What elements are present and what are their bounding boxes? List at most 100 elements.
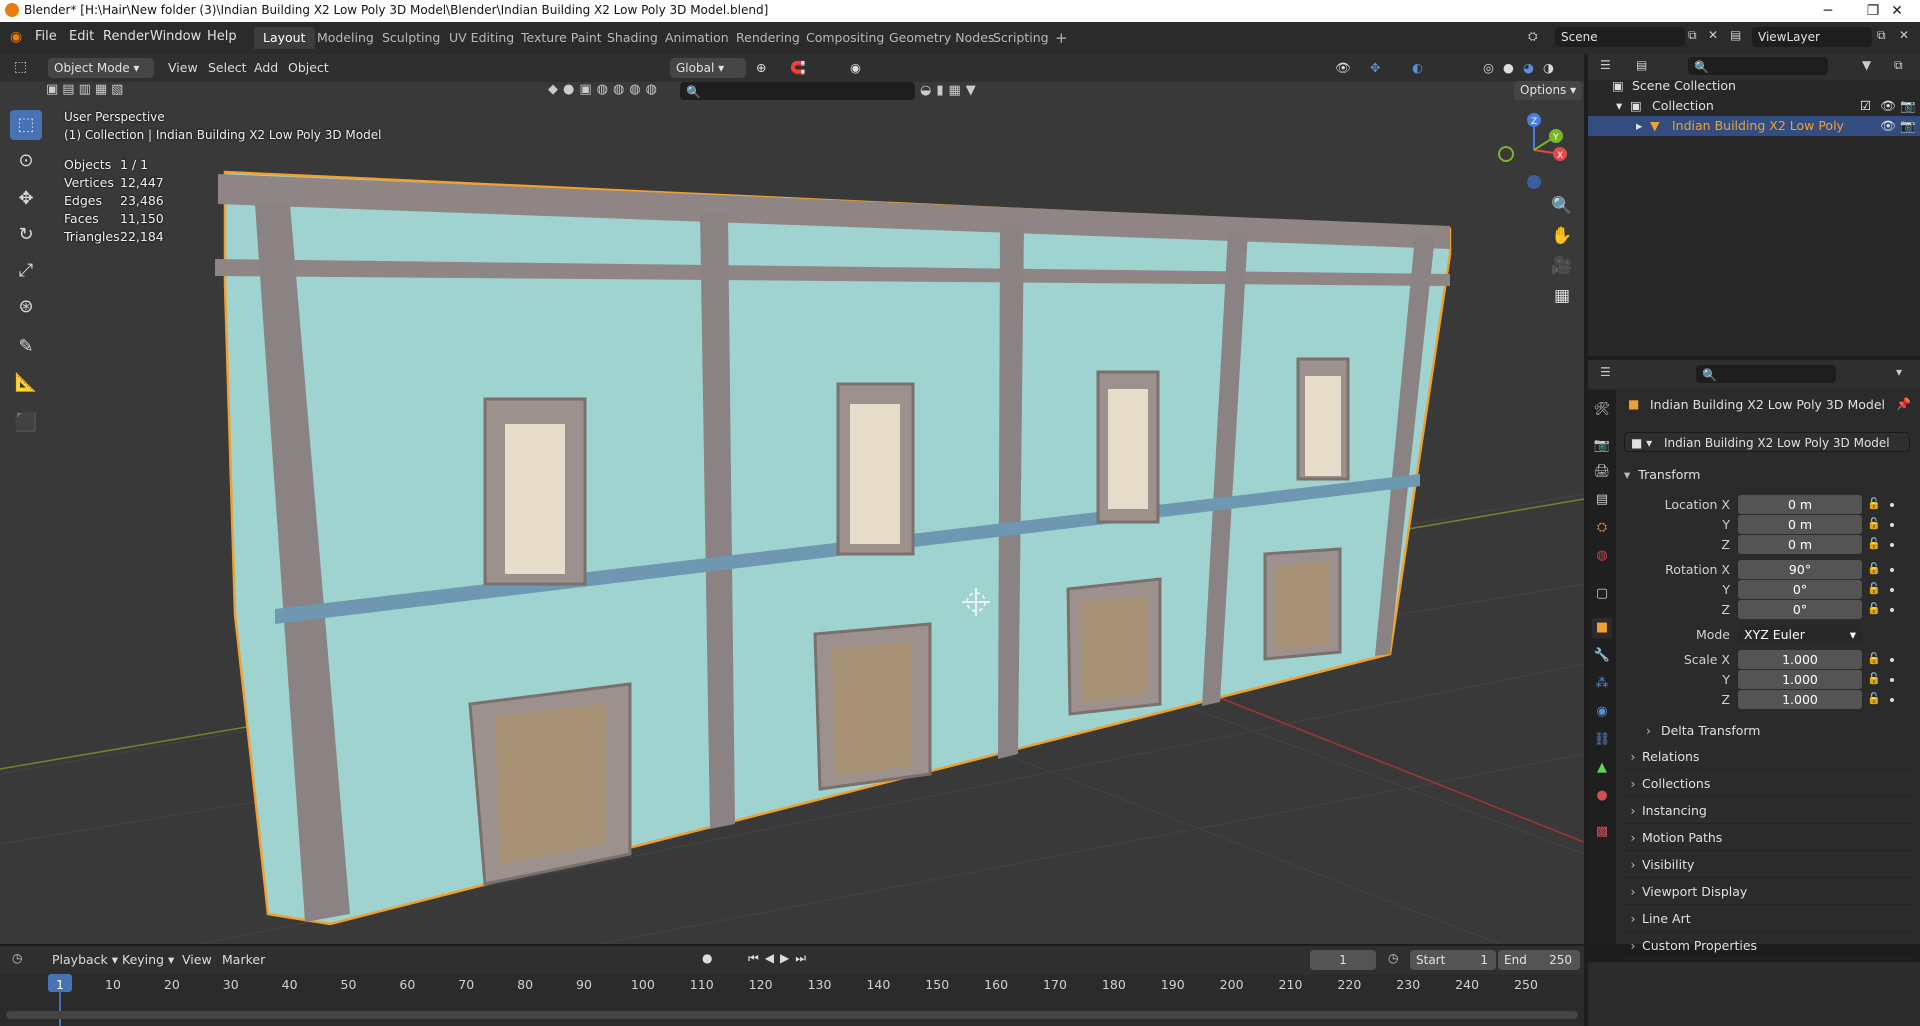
options-button[interactable]: Options ▾: [1514, 81, 1583, 100]
location-x-keyframe-icon[interactable]: [1890, 503, 1894, 507]
timeline-menu-view[interactable]: View: [182, 952, 212, 967]
rotation-y-keyframe-icon[interactable]: [1890, 588, 1894, 592]
navigation-gizmo[interactable]: Z X Y: [1496, 108, 1576, 192]
timeline-scrollbar[interactable]: [6, 1011, 1578, 1019]
panel-custom-properties[interactable]: › Custom Properties: [1624, 934, 1914, 959]
pivot-icon[interactable]: ⊕: [756, 60, 766, 75]
add-workspace-button[interactable]: +: [1046, 27, 1077, 49]
output-tab-icon[interactable]: 🖨: [1592, 462, 1612, 482]
viewport-menu-object[interactable]: Object: [288, 60, 329, 75]
material-tab-icon[interactable]: ●: [1592, 786, 1612, 806]
scale-tool[interactable]: ⤢: [10, 256, 42, 286]
rotation-mode-select[interactable]: XYZ Euler ▾: [1738, 625, 1862, 644]
start-frame-field[interactable]: Start 1: [1410, 950, 1496, 970]
location-x-field[interactable]: 0 m: [1738, 495, 1862, 514]
visibility-icon[interactable]: 👁: [1335, 60, 1351, 76]
end-frame-field[interactable]: End 250: [1498, 950, 1580, 970]
location-x-lock-icon[interactable]: 🔓: [1867, 497, 1881, 510]
menu-file[interactable]: File: [35, 29, 57, 44]
constraints-tab-icon[interactable]: ⛓: [1592, 730, 1612, 750]
viewport-options-icons[interactable]: ◒▮▦▼: [920, 83, 981, 98]
panel-visibility[interactable]: › Visibility: [1624, 853, 1914, 878]
select-tool[interactable]: ⬚: [10, 110, 42, 140]
tool-tab-icon[interactable]: 🛠: [1592, 400, 1612, 420]
camera-view-icon[interactable]: 🎥: [1548, 252, 1576, 280]
proportional-edit-icon[interactable]: ◉: [850, 60, 861, 75]
viewport-filter-icons[interactable]: ◆●▣◍◍◍◍: [548, 82, 662, 97]
view-layer-icon[interactable]: ▤: [1730, 28, 1741, 42]
outliner-filter-icon[interactable]: ▼: [1862, 58, 1871, 72]
view-layer-selector[interactable]: ViewLayer: [1752, 27, 1872, 47]
pin-icon[interactable]: 📌: [1896, 397, 1911, 411]
rendered-shading-icon[interactable]: ◑: [1543, 60, 1554, 75]
panel-line-art[interactable]: › Line Art: [1624, 907, 1914, 932]
scale-y-keyframe-icon[interactable]: [1890, 678, 1894, 682]
modifier-tab-icon[interactable]: 🔧: [1592, 646, 1612, 666]
rotation-y-lock-icon[interactable]: 🔓: [1867, 582, 1881, 595]
panel-collections[interactable]: › Collections: [1624, 772, 1914, 797]
viewport-menu-add[interactable]: Add: [254, 60, 278, 75]
scene-icon[interactable]: ⛭: [1528, 29, 1538, 44]
scale-x-lock-icon[interactable]: 🔓: [1867, 652, 1881, 665]
scale-x-keyframe-icon[interactable]: [1890, 658, 1894, 662]
tab-texture-paint[interactable]: Texture Paint: [512, 27, 611, 49]
delete-scene-icon[interactable]: ✕: [1708, 28, 1718, 42]
tab-modeling[interactable]: Modeling: [308, 27, 383, 49]
expand-collection-icon[interactable]: ▾: [1616, 96, 1622, 116]
material-shading-icon[interactable]: ◕: [1523, 60, 1534, 75]
particles-tab-icon[interactable]: ⁂: [1592, 674, 1612, 694]
scale-x-field[interactable]: 1.000: [1738, 650, 1862, 669]
properties-search-input[interactable]: 🔍: [1696, 365, 1836, 383]
new-view-layer-icon[interactable]: ⧉: [1877, 28, 1886, 43]
new-collection-icon[interactable]: ⧉: [1894, 58, 1903, 73]
location-z-keyframe-icon[interactable]: [1890, 543, 1894, 547]
data-tab-icon[interactable]: ▲: [1592, 758, 1612, 778]
orientation-selector[interactable]: Global ▾: [670, 58, 746, 78]
object-tab-icon[interactable]: ■: [1592, 618, 1612, 638]
location-y-lock-icon[interactable]: 🔓: [1867, 517, 1881, 530]
scene-selector[interactable]: Scene: [1555, 27, 1685, 47]
3d-viewport[interactable]: [0, 54, 1584, 944]
tab-layout[interactable]: Layout: [254, 27, 315, 49]
menu-edit[interactable]: Edit: [69, 29, 94, 44]
collection-eye-icon[interactable]: 👁: [1880, 96, 1896, 116]
scale-z-field[interactable]: 1.000: [1738, 690, 1862, 709]
panel-instancing[interactable]: › Instancing: [1624, 799, 1914, 824]
snap-icon[interactable]: 🧲: [790, 60, 806, 76]
zoom-icon[interactable]: 🔍: [1548, 192, 1576, 220]
rotation-z-keyframe-icon[interactable]: [1890, 608, 1894, 612]
texture-tab-icon[interactable]: ▩: [1592, 822, 1612, 842]
rotation-x-lock-icon[interactable]: 🔓: [1867, 562, 1881, 575]
transform-panel-header[interactable]: ▾ Transform: [1624, 465, 1914, 485]
move-tool[interactable]: ✥: [10, 184, 42, 214]
location-z-lock-icon[interactable]: 🔓: [1867, 537, 1881, 550]
outliner-search-input[interactable]: 🔍: [1688, 57, 1828, 75]
selection-mode-icons[interactable]: ▣▤▥▦▧: [46, 82, 140, 100]
editor-type-icon[interactable]: ⬚: [14, 59, 27, 75]
exclude-checkbox[interactable]: ☑: [1860, 96, 1871, 116]
panel-viewport-display[interactable]: › Viewport Display: [1624, 880, 1914, 905]
outliner-collection[interactable]: ▾ ▣ Collection ☑ 👁 📷: [1588, 96, 1920, 116]
properties-options-icon[interactable]: ▾: [1896, 365, 1902, 379]
collection-camera-icon[interactable]: 📷: [1900, 96, 1916, 116]
solid-shading-icon[interactable]: ●: [1503, 60, 1514, 75]
wireframe-shading-icon[interactable]: ◎: [1483, 60, 1494, 75]
measure-tool[interactable]: 📐: [10, 368, 42, 398]
location-y-field[interactable]: 0 m: [1738, 515, 1862, 534]
scale-y-field[interactable]: 1.000: [1738, 670, 1862, 689]
viewport-menu-select[interactable]: Select: [208, 60, 247, 75]
pan-hand-icon[interactable]: ✋: [1548, 222, 1576, 250]
timeline-editor-icon[interactable]: ◷: [12, 951, 22, 965]
menu-help[interactable]: Help: [207, 29, 237, 44]
gizmo-neg-y-axis[interactable]: [1498, 146, 1514, 162]
scene-tab-icon[interactable]: ⛭: [1592, 518, 1612, 538]
overlay-toggle-icon[interactable]: ◐: [1412, 60, 1423, 75]
timeline-menu-playback[interactable]: Playback ▾: [52, 952, 118, 967]
delta-transform-subpanel[interactable]: › Delta Transform: [1646, 720, 1906, 742]
collection-tab-icon[interactable]: ▢: [1592, 584, 1612, 604]
timeline-menu-keying[interactable]: Keying ▾: [122, 952, 174, 967]
scale-z-keyframe-icon[interactable]: [1890, 698, 1894, 702]
mode-selector[interactable]: Object Mode ▾: [48, 58, 154, 78]
rotation-z-lock-icon[interactable]: 🔓: [1867, 602, 1881, 615]
tab-uv-editing[interactable]: UV Editing: [440, 27, 523, 49]
